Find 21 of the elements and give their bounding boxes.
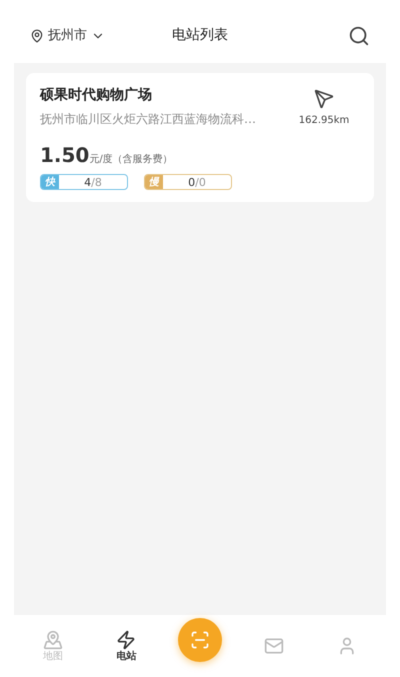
navigate-icon[interactable] [314,89,334,109]
station-name: 硕果时代购物广场 [40,86,153,105]
mail-icon [264,636,284,656]
distance: 162.95km [298,114,350,128]
charger-type-tag: 慢 [145,175,163,189]
charger-type-tag: 快 [41,175,59,189]
station-card[interactable]: 硕果时代购物广场 抚州市临川区火炬六路江西蓝海物流科… 162.95km 1.50元/度（含服务费） 快 4/8 慢 0/0 [26,73,374,202]
city-selector[interactable]: 抚州市 [30,26,105,46]
location-icon [30,28,44,42]
page-title: 电站列表 [172,26,228,45]
lightning-icon [116,630,136,650]
price-unit: 元/度（含服务费） [89,152,173,167]
price: 1.50 [40,142,90,169]
search-icon[interactable] [348,24,370,46]
map-pin-icon [42,630,63,650]
nav-tab[interactable]: 电站 [112,630,140,662]
charger-availability: 4/8 [83,176,103,188]
scan-icon [190,630,210,650]
station-address: 抚州市临川区火炬六路江西蓝海物流科… [40,111,257,128]
scan-button[interactable] [178,618,222,662]
charger-availability: 0/0 [187,176,207,188]
